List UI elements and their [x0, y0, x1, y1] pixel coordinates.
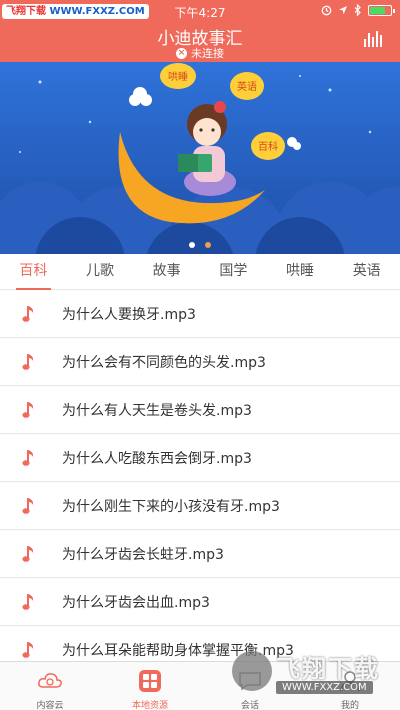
music-note-icon: [22, 594, 34, 610]
bubble-label: 百科: [258, 140, 278, 153]
user-icon: [340, 671, 360, 692]
equalizer-icon[interactable]: [364, 31, 382, 47]
category-tabs: 百科 儿歌 故事 国学 哄睡 英语: [0, 254, 400, 290]
tab-hongshui[interactable]: 哄睡: [267, 254, 334, 289]
tabbar-label: 本地资源: [131, 701, 168, 710]
grid-icon: [139, 670, 161, 692]
bubble-label: 英语: [237, 80, 257, 93]
carousel-dot[interactable]: [189, 242, 195, 248]
app-header: 小迪故事汇 × 未连接: [0, 22, 400, 62]
tabbar-label: 会话: [240, 701, 259, 710]
list-item-label: 为什么牙齿会出血.mp3: [62, 594, 210, 611]
status-bar: 飞翔下载 WWW.FXXZ.COM 下午4:27: [0, 0, 400, 22]
list-item-label: 为什么刚生下来的小孩没有牙.mp3: [62, 498, 280, 515]
tab-guoxue[interactable]: 国学: [200, 254, 267, 289]
list-item[interactable]: 为什么有人天生是卷头发.mp3: [0, 386, 400, 434]
tabbar-label: 内容云: [36, 701, 64, 710]
tab-yingyu[interactable]: 英语: [333, 254, 400, 289]
connection-status-label: 未连接: [191, 47, 224, 60]
tab-baike[interactable]: 百科: [0, 254, 67, 290]
banner-illustration: 哄睡 英语 百科: [0, 62, 400, 254]
tabbar-item-me[interactable]: 我的: [300, 662, 400, 710]
list-item[interactable]: 为什么会有不同颜色的头发.mp3: [0, 338, 400, 386]
tabbar-item-local-resources[interactable]: 本地资源: [100, 662, 200, 710]
tabbar-item-chat[interactable]: 会话: [200, 662, 300, 710]
music-note-icon: [22, 402, 34, 418]
list-item-label: 为什么会有不同颜色的头发.mp3: [62, 354, 266, 371]
list-item-label: 为什么耳朵能帮助身体掌握平衡.mp3: [62, 642, 294, 659]
music-note-icon: [22, 546, 34, 562]
list-item-label: 为什么牙齿会长蛀牙.mp3: [62, 546, 224, 563]
tab-gushi[interactable]: 故事: [133, 254, 200, 289]
status-indicators: [321, 4, 395, 16]
carousel-dot[interactable]: [205, 242, 211, 248]
list-item-label: 为什么人要换牙.mp3: [62, 306, 196, 323]
bluetooth-icon: [354, 4, 361, 16]
location-icon: [339, 6, 347, 15]
disconnected-icon: ×: [176, 47, 187, 59]
battery-icon: [368, 4, 395, 16]
alarm-icon: [321, 5, 332, 15]
bottom-tabbar: 内容云 本地资源 会话 我的: [0, 661, 400, 710]
banner-carousel[interactable]: 哄睡 英语 百科: [0, 62, 400, 254]
music-note-icon: [22, 642, 34, 658]
music-note-icon: [22, 450, 34, 466]
list-item[interactable]: 为什么牙齿会出血.mp3: [0, 578, 400, 626]
chat-icon: [239, 672, 261, 691]
list-item[interactable]: 为什么刚生下来的小孩没有牙.mp3: [0, 482, 400, 530]
tab-erge[interactable]: 儿歌: [67, 254, 134, 289]
list-item-label: 为什么有人天生是卷头发.mp3: [62, 402, 252, 419]
music-note-icon: [22, 306, 34, 322]
carousel-indicator: [0, 242, 400, 248]
music-note-icon: [22, 498, 34, 514]
music-note-icon: [22, 354, 34, 370]
bubble-label: 哄睡: [168, 70, 188, 83]
tabbar-label: 我的: [340, 701, 359, 710]
list-item[interactable]: 为什么人吃酸东西会倒牙.mp3: [0, 434, 400, 482]
list-item-label: 为什么人吃酸东西会倒牙.mp3: [62, 450, 252, 467]
audio-list: 为什么人要换牙.mp3 为什么会有不同颜色的头发.mp3 为什么有人天生是卷头发…: [0, 290, 400, 674]
tabbar-item-content-cloud[interactable]: 内容云: [0, 662, 100, 710]
list-item[interactable]: 为什么人要换牙.mp3: [0, 290, 400, 338]
list-item[interactable]: 为什么牙齿会长蛀牙.mp3: [0, 530, 400, 578]
cloud-icon: [38, 673, 62, 688]
connection-status[interactable]: × 未连接: [0, 45, 400, 61]
